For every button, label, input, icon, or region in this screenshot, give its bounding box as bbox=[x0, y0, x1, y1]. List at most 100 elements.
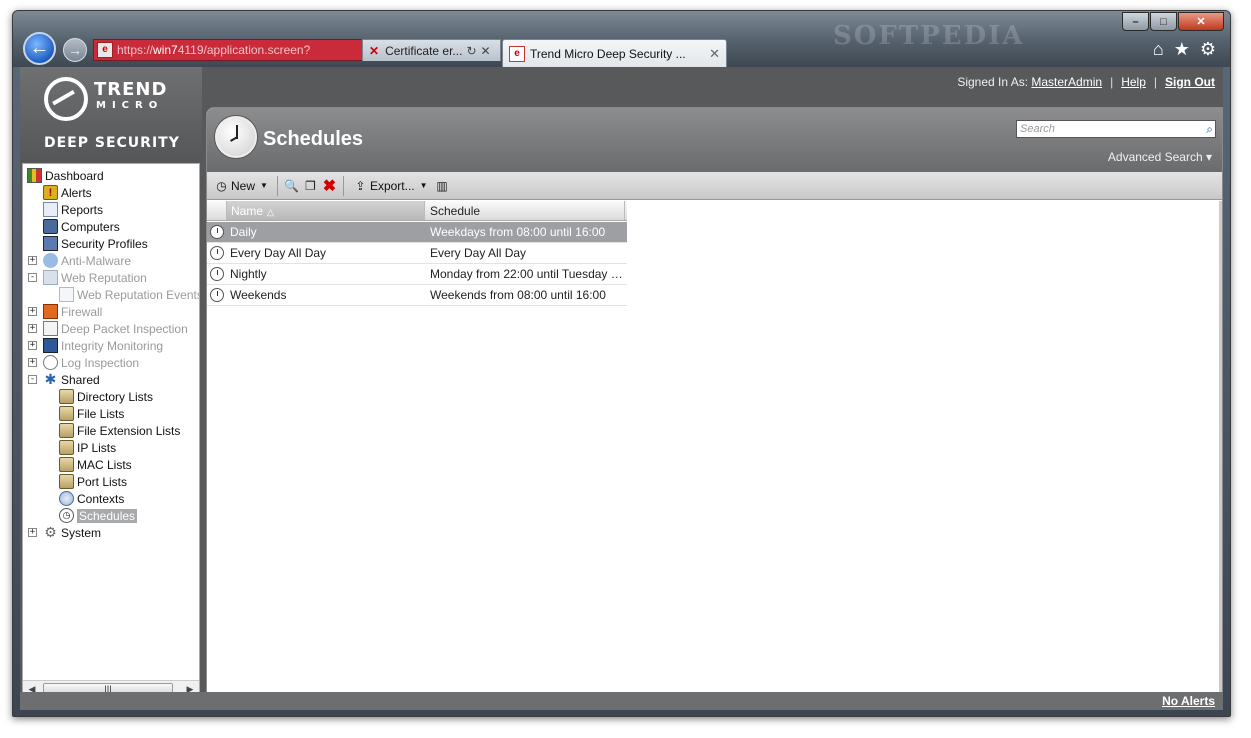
dashboard-icon bbox=[27, 168, 42, 183]
column-header-schedule[interactable]: Schedule bbox=[425, 201, 625, 220]
navigation-sidebar: Dashboard! Alerts Reports Computers Security… bbox=[22, 163, 200, 699]
row-icon-cell bbox=[207, 288, 227, 302]
list-icon bbox=[59, 423, 74, 438]
tree-expander[interactable]: + bbox=[28, 358, 37, 367]
minimize-button[interactable]: – bbox=[1122, 12, 1149, 31]
panel-edge bbox=[1219, 201, 1222, 698]
icon-column-header bbox=[207, 201, 227, 220]
tab-close-icon[interactable]: ✕ bbox=[709, 46, 720, 62]
log-inspection-icon bbox=[43, 355, 58, 370]
sidebar-item-ip-lists[interactable]: IP Lists bbox=[59, 439, 116, 456]
settings-gear-icon[interactable]: ⚙ bbox=[1200, 39, 1216, 60]
sidebar-item-dashboard[interactable]: Dashboard bbox=[27, 167, 104, 184]
table-row[interactable]: Every Day All Day Every Day All Day bbox=[207, 243, 627, 264]
list-icon bbox=[59, 474, 74, 489]
duplicate-icon[interactable]: ❐ bbox=[303, 178, 318, 193]
sign-out-link[interactable]: Sign Out bbox=[1165, 75, 1215, 89]
stop-icon[interactable]: ✕ bbox=[481, 44, 491, 58]
firewall-icon bbox=[43, 304, 58, 319]
sidebar-item-anti-malware[interactable]: Anti-Malware bbox=[43, 252, 131, 269]
sidebar-item-firewall[interactable]: Firewall bbox=[43, 303, 102, 320]
chevron-down-icon[interactable]: ▼ bbox=[420, 181, 428, 190]
sidebar-item-reports[interactable]: Reports bbox=[43, 201, 103, 218]
favorites-star-icon[interactable]: ★ bbox=[1174, 39, 1190, 60]
help-link[interactable]: Help bbox=[1121, 75, 1146, 89]
list-icon bbox=[59, 457, 74, 472]
sidebar-item-integrity-monitoring[interactable]: Integrity Monitoring bbox=[43, 337, 163, 354]
tree-expander[interactable]: + bbox=[28, 528, 37, 537]
tree-expander[interactable]: + bbox=[28, 341, 37, 350]
sidebar-item-label: Port Lists bbox=[77, 474, 128, 489]
sidebar-item-port-lists[interactable]: Port Lists bbox=[59, 473, 127, 490]
forward-button[interactable]: → bbox=[63, 38, 87, 62]
chevron-down-icon[interactable]: ▼ bbox=[260, 181, 268, 190]
trend-micro-favicon-icon: e bbox=[509, 45, 525, 62]
tab-label: Trend Micro Deep Security ... bbox=[530, 46, 686, 61]
tree-expander[interactable]: + bbox=[28, 307, 37, 316]
tree-expander[interactable]: + bbox=[28, 324, 37, 333]
sidebar-item-web-reputation-events[interactable]: Web Reputation Events bbox=[59, 286, 199, 303]
dpi-icon bbox=[43, 321, 58, 336]
sidebar-item-directory-lists[interactable]: Directory Lists bbox=[59, 388, 153, 405]
security-profiles-icon bbox=[43, 236, 58, 251]
sidebar-item-computers[interactable]: Computers bbox=[43, 218, 120, 235]
schedule-clock-icon bbox=[210, 225, 224, 239]
toolbar-divider bbox=[342, 175, 344, 196]
integrity-icon bbox=[43, 338, 58, 353]
tree-expander[interactable]: - bbox=[28, 375, 37, 384]
sidebar-item-system[interactable]: ⚙ System bbox=[43, 524, 101, 541]
tab-deep-security[interactable]: e Trend Micro Deep Security ... ✕ bbox=[502, 39, 727, 67]
clock-icon: ◷ bbox=[59, 508, 74, 523]
table-row[interactable]: Daily Weekdays from 08:00 until 16:00 bbox=[207, 222, 627, 243]
properties-icon[interactable]: 🔍 bbox=[284, 178, 299, 193]
shared-icon: ✱ bbox=[44, 371, 57, 387]
sidebar-item-file-extension-lists[interactable]: File Extension Lists bbox=[59, 422, 180, 439]
sidebar-item-shared[interactable]: ✱ Shared bbox=[43, 371, 100, 388]
export-button[interactable]: ⇪ Export... ▼ bbox=[350, 176, 431, 196]
computers-icon bbox=[43, 219, 58, 234]
new-button[interactable]: ◷ New ▼ bbox=[211, 176, 271, 196]
new-label: New bbox=[231, 178, 256, 193]
sidebar-item-web-reputation[interactable]: Web Reputation bbox=[43, 269, 147, 286]
address-url[interactable]: https://win74119/application.screen? bbox=[117, 43, 310, 57]
tree-expander[interactable]: + bbox=[28, 256, 37, 265]
delete-icon[interactable]: ✖ bbox=[322, 178, 337, 195]
maximize-button[interactable]: □ bbox=[1150, 12, 1177, 31]
sidebar-item-label: Web Reputation Events bbox=[77, 287, 199, 302]
alerts-icon: ! bbox=[43, 185, 58, 200]
sort-ascending-icon: △ bbox=[267, 207, 274, 217]
user-link[interactable]: MasterAdmin bbox=[1031, 75, 1102, 89]
advanced-search-link[interactable]: Advanced Search ▾ bbox=[1108, 150, 1212, 164]
sidebar-item-alerts[interactable]: ! Alerts bbox=[43, 184, 92, 201]
schedule-name-cell: Weekends bbox=[230, 288, 287, 302]
search-icon[interactable]: ⌕ bbox=[1206, 121, 1213, 137]
sidebar-item-deep-packet-inspection[interactable]: Deep Packet Inspection bbox=[43, 320, 188, 337]
tab-certificate-error[interactable]: ✕ Certificate er... ↻ ✕ bbox=[362, 39, 501, 61]
refresh-icon[interactable]: ↻ bbox=[466, 44, 476, 58]
trend-micro-logo-icon bbox=[44, 77, 88, 121]
columns-icon[interactable]: ▥ bbox=[435, 178, 450, 193]
system-gear-icon: ⚙ bbox=[44, 524, 57, 540]
sidebar-item-mac-lists[interactable]: MAC Lists bbox=[59, 456, 132, 473]
table-row[interactable]: Weekends Weekends from 08:00 until 16:00 bbox=[207, 285, 627, 306]
sidebar-item-log-inspection[interactable]: Log Inspection bbox=[43, 354, 139, 371]
no-alerts-link[interactable]: No Alerts bbox=[1162, 694, 1215, 708]
tree-expander[interactable]: - bbox=[28, 273, 37, 282]
close-window-button[interactable]: ✕ bbox=[1178, 12, 1224, 31]
sidebar-item-security-profiles[interactable]: Security Profiles bbox=[43, 235, 148, 252]
sidebar-item-label: File Extension Lists bbox=[77, 423, 181, 438]
schedules-table: Name △ Schedule Daily Weekdays from 08:00 … bbox=[207, 201, 1222, 698]
web-reputation-icon bbox=[43, 270, 58, 285]
search-input[interactable]: Search ⌕ bbox=[1016, 120, 1216, 138]
browser-titlebar: SOFTPEDIA – □ ✕ ← → e https://win74119/a… bbox=[13, 11, 1230, 67]
sidebar-item-label: Anti-Malware bbox=[61, 253, 132, 268]
sidebar-item-file-lists[interactable]: File Lists bbox=[59, 405, 124, 422]
sidebar-item-contexts[interactable]: Contexts bbox=[59, 490, 124, 507]
table-row[interactable]: Nightly Monday from 22:00 until Tuesday a… bbox=[207, 264, 627, 285]
home-icon[interactable]: ⌂ bbox=[1153, 39, 1164, 60]
sidebar-item-schedules[interactable]: ◷ Schedules bbox=[59, 507, 138, 524]
sidebar-item-label: IP Lists bbox=[77, 440, 117, 455]
back-button[interactable]: ← bbox=[23, 32, 56, 65]
url-rest: 4119/application.screen? bbox=[177, 43, 311, 57]
column-header-name[interactable]: Name △ bbox=[227, 201, 425, 220]
